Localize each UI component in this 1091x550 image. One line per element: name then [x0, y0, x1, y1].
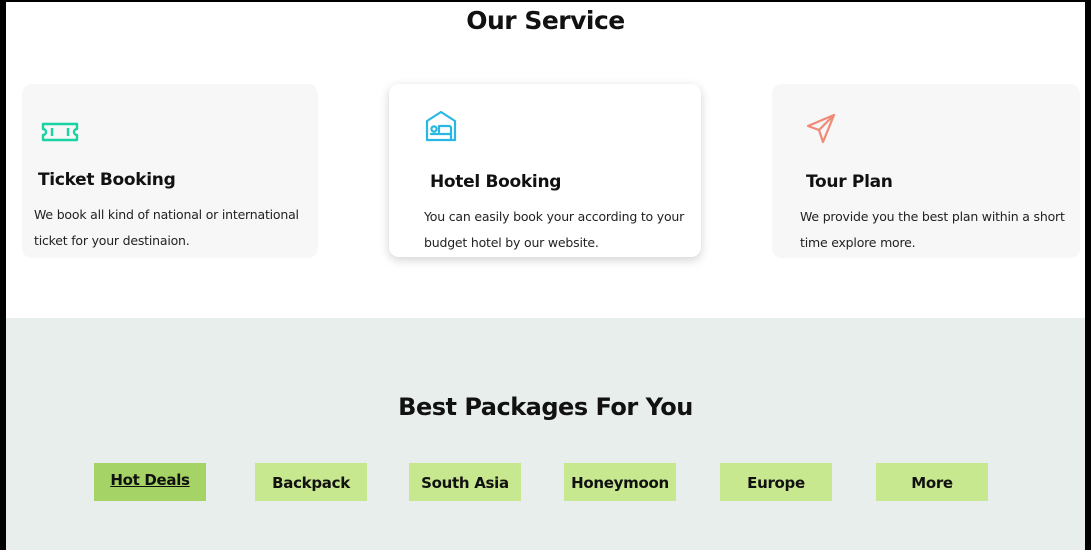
card-description: You can easily book your according to yo… [424, 204, 684, 256]
card-description-line: budget hotel by our website. [424, 235, 599, 250]
service-card-ticket-booking[interactable]: Ticket Booking We book all kind of natio… [22, 84, 318, 258]
tab-south-asia[interactable]: South Asia [409, 463, 521, 501]
paper-plane-icon [806, 112, 836, 149]
card-description-line: ticket for your destinaion. [34, 233, 190, 248]
card-description-line: time explore more. [800, 235, 916, 250]
card-description: We book all kind of national or internat… [34, 202, 299, 254]
tab-hot-deals[interactable]: Hot Deals [94, 463, 206, 501]
card-title: Ticket Booking [38, 170, 176, 190]
card-description-line: We book all kind of national or internat… [34, 207, 299, 222]
packages-section: Best Packages For You Hot Deals Backpack… [6, 318, 1085, 550]
hotel-bed-icon [424, 110, 458, 147]
card-description-line: You can easily book your according to yo… [424, 209, 685, 224]
service-card-tour-plan[interactable]: Tour Plan We provide you the best plan w… [772, 84, 1080, 258]
card-title: Hotel Booking [430, 172, 562, 192]
card-title: Tour Plan [806, 172, 893, 192]
tab-europe[interactable]: Europe [720, 463, 832, 501]
tab-backpack[interactable]: Backpack [255, 463, 367, 501]
service-card-hotel-booking[interactable]: Hotel Booking You can easily book your a… [389, 84, 701, 257]
card-description-line: We provide you the best plan within a sh… [800, 209, 1065, 224]
page: Our Service Ticket Booking We book all k… [6, 2, 1085, 550]
tab-more[interactable]: More [876, 463, 988, 501]
packages-title: Best Packages For You [398, 393, 693, 421]
ticket-icon [41, 121, 79, 148]
tab-honeymoon[interactable]: Honeymoon [564, 463, 676, 501]
card-description: We provide you the best plan within a sh… [800, 204, 1065, 256]
services-title: Our Service [466, 6, 625, 35]
